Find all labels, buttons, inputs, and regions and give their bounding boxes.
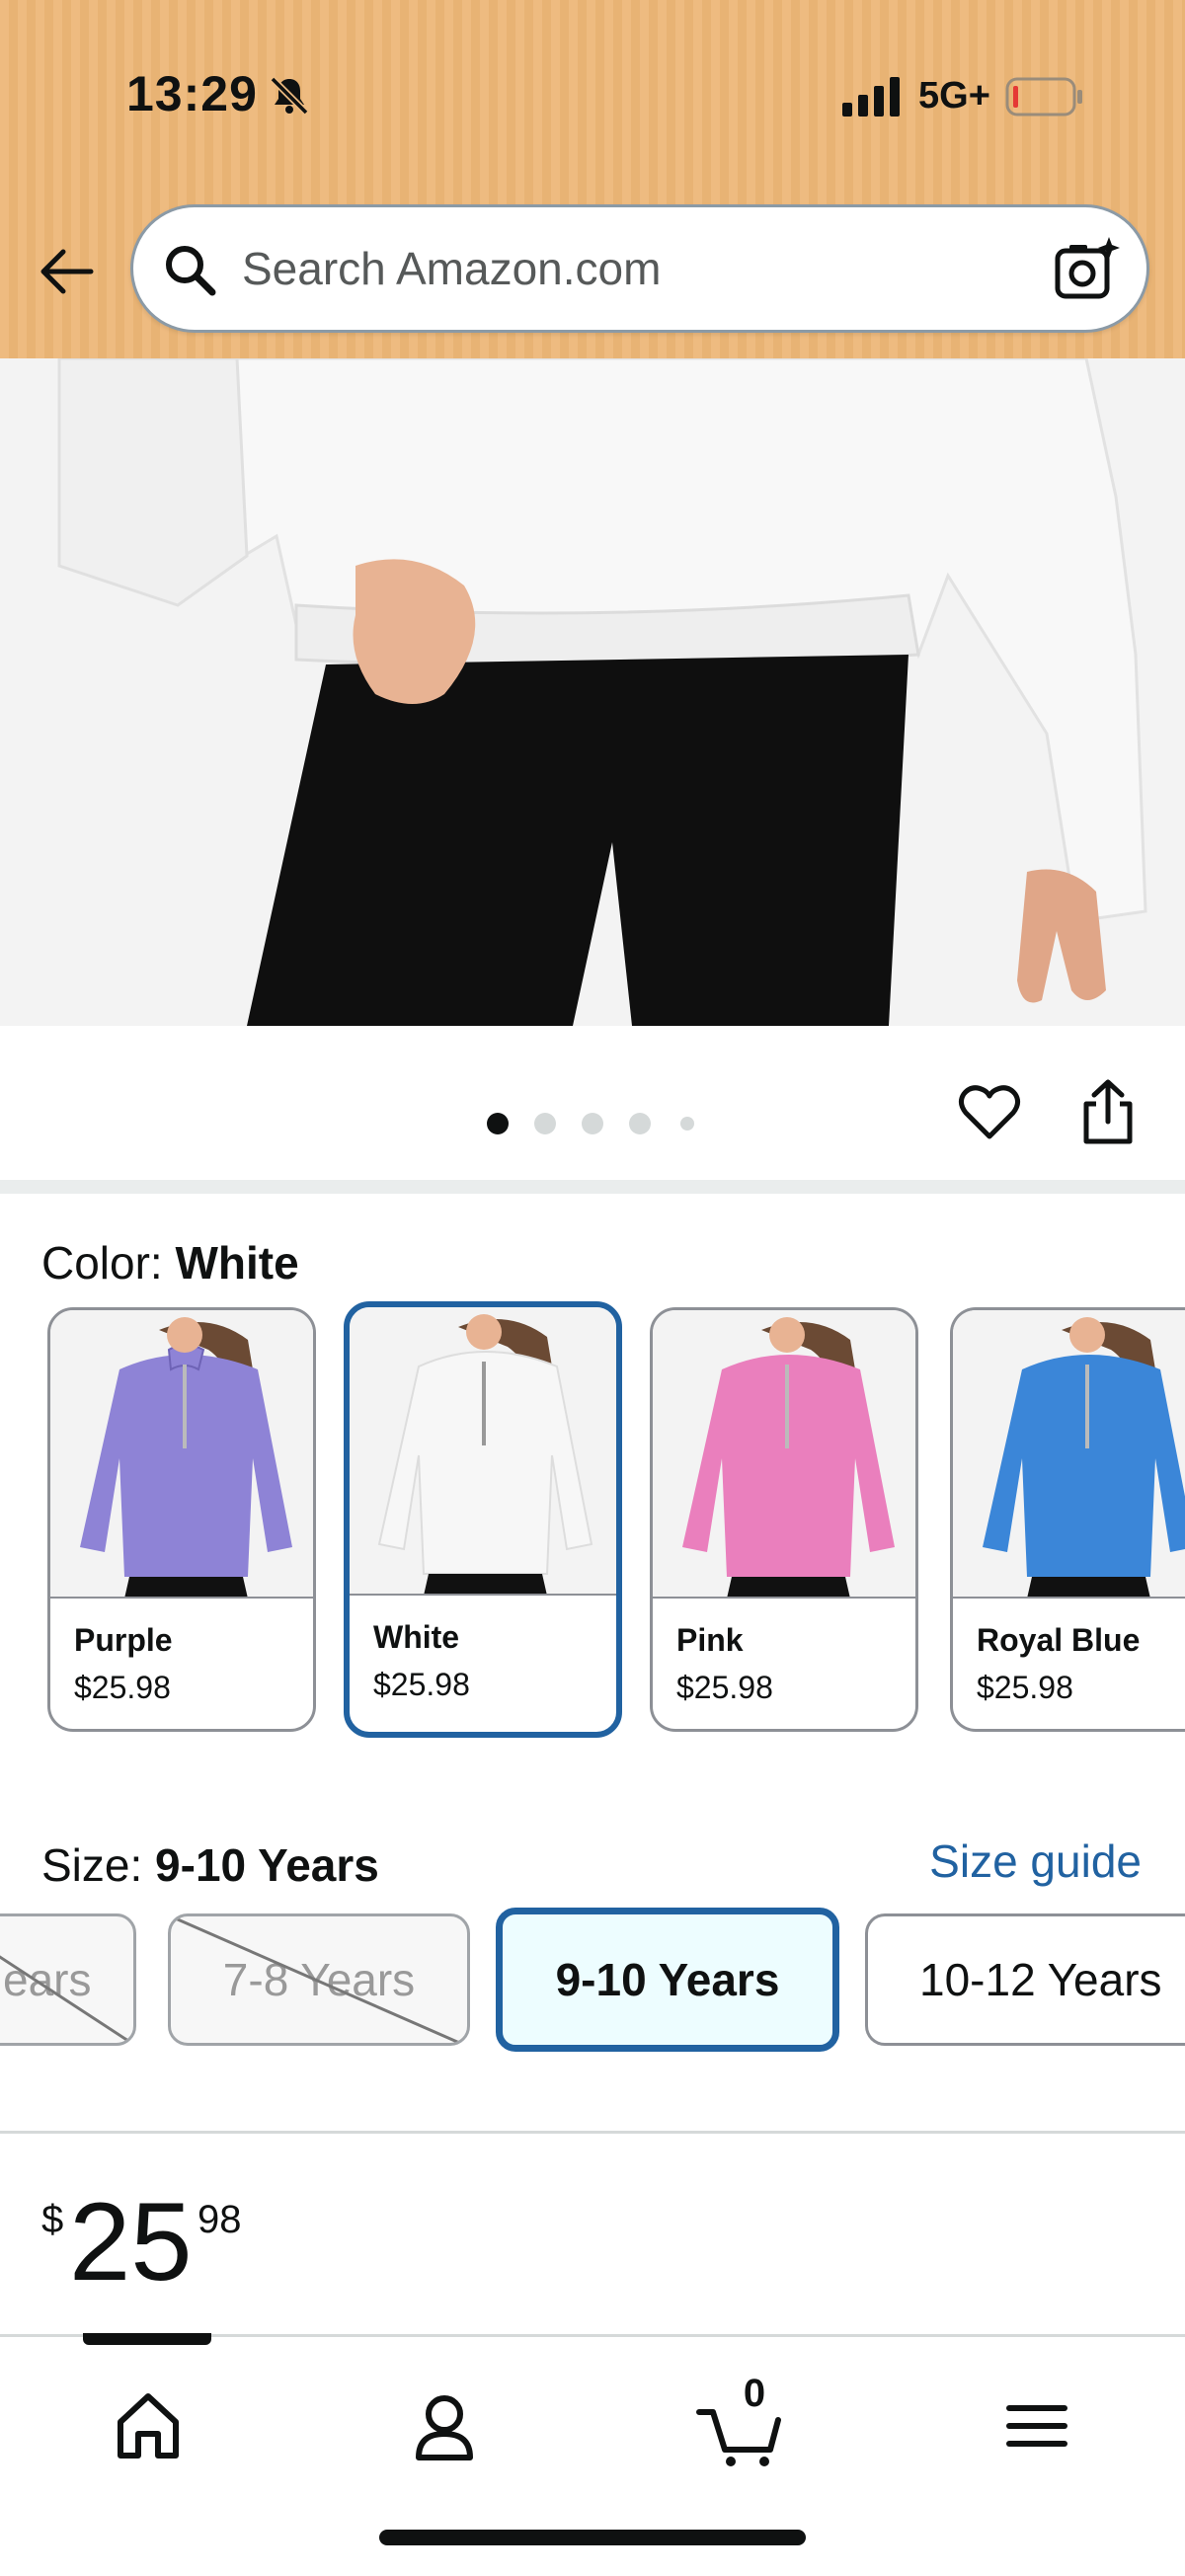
price-fraction: 98 bbox=[198, 2198, 242, 2241]
size-label-prefix: Size: bbox=[41, 1839, 156, 1891]
color-option-price: $25.98 bbox=[977, 1670, 1073, 1705]
strikethrough-icon bbox=[0, 1955, 132, 2043]
bell-muted-icon bbox=[270, 76, 309, 116]
color-option-name: Purple bbox=[74, 1622, 173, 1658]
size-option-label: 10-12 Years bbox=[919, 1954, 1162, 2005]
size-option-9-10-years[interactable]: 9-10 Years bbox=[496, 1908, 839, 2052]
search-icon bbox=[166, 246, 216, 296]
gallery-dot-4[interactable] bbox=[629, 1113, 651, 1134]
gallery-dot-2[interactable] bbox=[534, 1113, 556, 1134]
active-tab-indicator bbox=[83, 2333, 211, 2345]
share-icon[interactable] bbox=[1078, 1078, 1138, 1145]
color-option-white[interactable]: White $25.98 bbox=[344, 1301, 622, 1738]
menu-icon[interactable] bbox=[988, 2377, 1086, 2475]
network-label: 5G+ bbox=[918, 75, 990, 117]
price-currency: $ bbox=[41, 2198, 64, 2241]
color-option-pink[interactable]: Pink $25.98 bbox=[650, 1307, 918, 1732]
color-thumb bbox=[50, 1310, 313, 1599]
product-photo bbox=[0, 358, 1185, 1026]
color-option-price: $25.98 bbox=[74, 1670, 171, 1705]
price-whole: 25 bbox=[69, 2180, 193, 2303]
size-option-label: 9-10 Years bbox=[555, 1954, 780, 2005]
color-option-price: $25.98 bbox=[676, 1670, 773, 1705]
size-guide-link[interactable]: Size guide bbox=[929, 1834, 1142, 1888]
search-input[interactable] bbox=[242, 231, 1032, 306]
home-icon[interactable] bbox=[99, 2377, 198, 2475]
size-label: Size: 9-10 Years bbox=[41, 1838, 379, 1892]
color-option-price: $25.98 bbox=[373, 1667, 470, 1702]
size-selected-value: 9-10 Years bbox=[155, 1839, 379, 1891]
color-thumb bbox=[350, 1307, 616, 1596]
home-indicator-bar bbox=[379, 2530, 806, 2545]
status-time: 13:29 bbox=[126, 66, 258, 121]
color-label: Color: White bbox=[41, 1236, 299, 1289]
section-divider bbox=[0, 2131, 1185, 2134]
strikethrough-icon bbox=[171, 1916, 464, 2043]
color-label-prefix: Color: bbox=[41, 1237, 176, 1288]
color-option-name: Royal Blue bbox=[977, 1622, 1141, 1658]
color-selected-value: White bbox=[175, 1237, 299, 1288]
color-option-royal-blue[interactable]: Royal Blue $25.98 bbox=[950, 1307, 1185, 1732]
product-image[interactable] bbox=[0, 358, 1185, 1026]
gallery-dot-5[interactable] bbox=[680, 1117, 694, 1131]
heart-icon[interactable] bbox=[958, 1081, 1021, 1144]
color-option-name: White bbox=[373, 1619, 460, 1655]
account-icon[interactable] bbox=[395, 2377, 494, 2475]
color-thumb bbox=[953, 1310, 1185, 1599]
size-option-7-8-years[interactable]: 7-8 Years bbox=[168, 1913, 470, 2046]
size-option-10-12-years[interactable]: 10-12 Years bbox=[865, 1913, 1185, 2046]
camera-lens-icon[interactable] bbox=[1052, 235, 1121, 304]
gallery-dot-3[interactable] bbox=[582, 1113, 603, 1134]
app-header: 13:29 5G+ bbox=[0, 0, 1185, 358]
cellular-signal-icon bbox=[842, 77, 900, 117]
color-option-purple[interactable]: Purple $25.98 bbox=[47, 1307, 316, 1732]
back-arrow-icon[interactable] bbox=[36, 241, 97, 302]
section-divider bbox=[0, 1180, 1185, 1194]
color-option-name: Pink bbox=[676, 1622, 744, 1658]
search-bar[interactable] bbox=[130, 204, 1149, 333]
cart-count: 0 bbox=[743, 2372, 766, 2415]
size-option-unavailable[interactable]: ears bbox=[0, 1913, 136, 2046]
gallery-dot-1[interactable] bbox=[487, 1113, 509, 1134]
battery-icon bbox=[1005, 77, 1082, 117]
color-thumb bbox=[653, 1310, 915, 1599]
